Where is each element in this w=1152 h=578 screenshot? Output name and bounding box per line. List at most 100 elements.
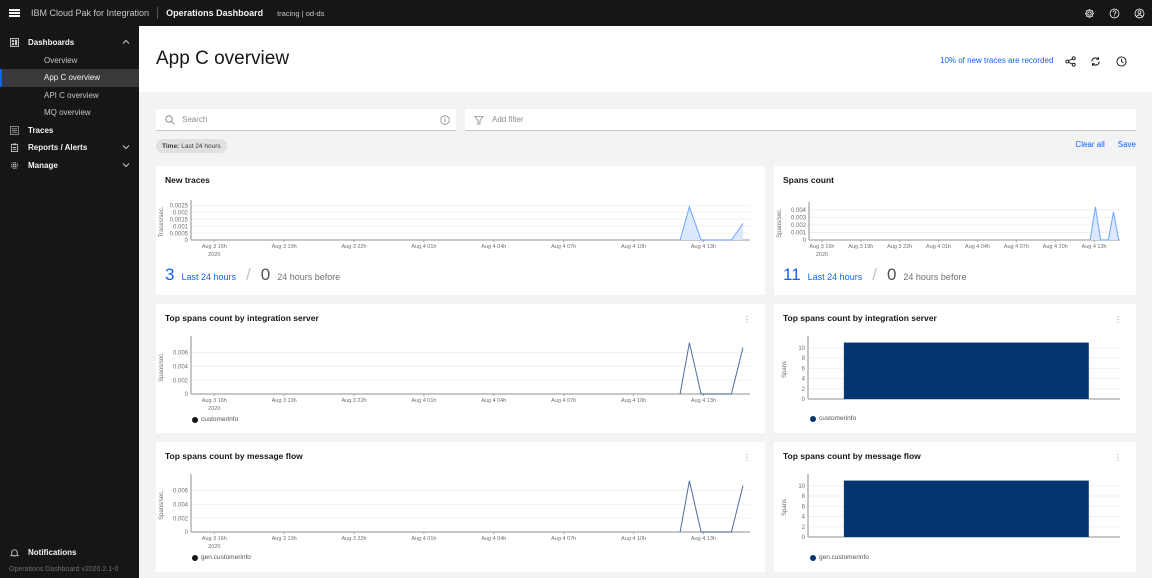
sidebar: Dashboards Overview App C overview API C… [0, 26, 139, 578]
refresh-icon [1090, 56, 1100, 66]
y-tick-label: 0 [185, 238, 189, 244]
y-tick-label: 6 [802, 504, 806, 510]
top-spans-integration-server-line-chart: 0 0.002 0.004 0.006 Spans/sec. Aug 3 16h 2020 A… [159, 336, 750, 412]
dashboard-icon [9, 38, 19, 48]
bell-icon [9, 549, 19, 557]
user-icon [1134, 8, 1145, 18]
share-button[interactable] [1063, 54, 1077, 68]
legend-item[interactable]: gen.customerinfo [192, 554, 251, 561]
divider [157, 7, 159, 19]
stats-row: 3 Last 24 hours / 0 24 hours before [165, 265, 340, 285]
sidebar-item-traces[interactable]: Traces [0, 122, 139, 140]
legend-dot [810, 554, 816, 561]
x-tick-label: 2020 [208, 252, 220, 258]
y-tick-label: 4 [802, 515, 806, 521]
spans-count-chart: 00.001 0.0020.003 0.004 Spans/sec. Aug 3 16h… [777, 202, 1120, 258]
x-tick-label: Aug 4 01h [411, 398, 436, 404]
legend-item[interactable]: gen.customerinfo [810, 554, 869, 561]
share-icon [1064, 55, 1076, 67]
time-range-button[interactable] [1114, 54, 1128, 68]
x-tick-label: Aug 4 04h [481, 398, 506, 404]
top-spans-message-flow-line-chart: 0 0.002 0.004 0.006 Spans/sec. Aug 3 16h 2020 A… [159, 474, 750, 550]
legend-label: gen.customerinfo [201, 554, 251, 561]
sidebar-item-reports-alerts[interactable]: Reports / Alerts [0, 139, 139, 157]
search-input[interactable]: Search [156, 109, 456, 131]
top-bar: IBM Cloud Pak for Integration Operations… [0, 0, 1152, 26]
x-tick-label: Aug 3 19h [272, 244, 297, 250]
y-tick-label: 0.001 [791, 231, 807, 237]
search-icon [165, 114, 175, 125]
chevron-down-icon[interactable] [122, 143, 130, 151]
series-line [679, 480, 744, 533]
settings-button[interactable] [1077, 0, 1102, 26]
info-icon[interactable] [440, 114, 450, 125]
sidebar-subitem-app-c-overview[interactable]: App C overview [0, 69, 139, 87]
sidebar-item-dashboards[interactable]: Dashboards [0, 34, 139, 52]
save-link[interactable]: Save [1118, 140, 1136, 149]
legend-label: customerinfo [819, 415, 857, 422]
bar [843, 342, 1089, 399]
sidebar-item-label: Reports / Alerts [28, 143, 88, 153]
y-tick-label: 2 [802, 525, 806, 531]
y-tick-label: 0.0005 [170, 231, 189, 237]
y-tick-label: 0.002 [173, 211, 189, 217]
x-tick-label: Aug 4 13h [691, 536, 716, 542]
top-spans-message-flow-bar-card: Top spans count by message flow ⋮ 024681… [774, 442, 1136, 572]
y-tick-label: 8 [802, 494, 806, 500]
add-filter-input[interactable]: Add filter [465, 109, 1136, 131]
x-tick-label: Aug 3 16h [202, 536, 227, 542]
count-last-label[interactable]: Last 24 hours [808, 272, 863, 282]
page-title: App C overview [156, 48, 290, 69]
x-tick-label: Aug 3 19h [848, 244, 873, 250]
legend-item[interactable]: customerinfo [192, 416, 238, 423]
new-traces-chart: 00.00050.0010.00150.0020.0025 Traces/sec.… [159, 200, 750, 258]
main-content: Search Add filter Time: Last 24 hours Cl… [139, 92, 1152, 578]
spans-count-card: Spans count 0 0.001 0.002 0.003 0.004 Spans/s… [774, 166, 1136, 295]
sidebar-item-notifications[interactable]: Notifications [0, 544, 139, 562]
sidebar-item-manage[interactable]: Manage [0, 157, 139, 175]
bar [843, 480, 1089, 537]
sidebar-subitem-api-c-overview[interactable]: API C overview [0, 87, 139, 105]
legend-dot [192, 416, 198, 423]
y-tick-label: 0.002 [173, 516, 189, 522]
x-tick-label: Aug 4 07h [551, 244, 576, 250]
x-tick-label: Aug 4 07h [1004, 244, 1029, 250]
app-name: Operations Dashboard [166, 8, 264, 18]
x-tick-label: Aug 4 10h [621, 244, 646, 250]
x-tick-label: Aug 3 16h [202, 244, 227, 250]
x-tick-label: 2020 [816, 252, 828, 258]
top-spans-integration-server-bar-chart: 0 2 4 6 8 10 Spans [782, 336, 1120, 403]
clear-all-link[interactable]: Clear all [1075, 140, 1104, 149]
y-tick-label: 10 [798, 346, 805, 352]
help-icon [1109, 8, 1120, 18]
y-tick-label: 0.003 [791, 216, 807, 222]
tag-key: Time: [162, 142, 180, 150]
clipboard-icon [10, 143, 18, 153]
x-tick-label: Aug 3 22h [342, 398, 367, 404]
search-placeholder: Search [182, 115, 208, 124]
top-spans-integration-server-bar-card: Top spans count by integration server ⋮ … [774, 304, 1136, 433]
series-line [679, 342, 744, 395]
count-before-label: 24 hours before [903, 272, 967, 282]
x-tick-label: Aug 3 22h [887, 244, 912, 250]
x-tick-label: Aug 3 16h [202, 398, 227, 404]
x-tick-label: Aug 4 07h [551, 398, 576, 404]
recording-link[interactable]: 10% of new traces are recorded [940, 56, 1053, 65]
refresh-button[interactable] [1088, 54, 1102, 68]
time-filter-tag[interactable]: Time: Last 24 hours [156, 139, 227, 153]
divider: / [246, 265, 251, 284]
user-button[interactable] [1127, 0, 1152, 26]
x-tick-label: Aug 3 16h [809, 244, 834, 250]
hamburger-menu-button[interactable] [0, 0, 28, 26]
count-last-label[interactable]: Last 24 hours [181, 272, 236, 282]
traces-icon [9, 125, 19, 135]
chevron-down-icon[interactable] [122, 161, 130, 169]
sidebar-subitem-overview[interactable]: Overview [0, 52, 139, 70]
sidebar-subitem-mq-overview[interactable]: MQ overview [0, 104, 139, 122]
help-button[interactable] [1102, 0, 1127, 26]
legend-item[interactable]: customerinfo [810, 415, 856, 422]
y-tick-label: 2 [802, 387, 806, 393]
brand-name[interactable]: IBM Cloud Pak for Integration [31, 8, 149, 18]
chevron-up-icon[interactable] [122, 38, 130, 46]
sidebar-item-label: Manage [28, 160, 58, 170]
